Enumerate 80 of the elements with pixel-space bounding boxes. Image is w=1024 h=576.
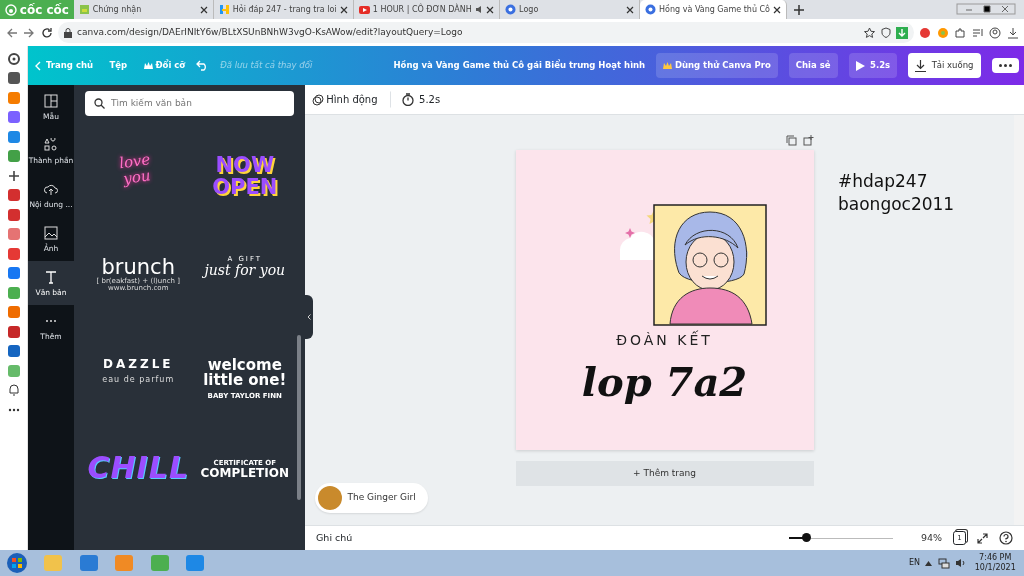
download-arrow-icon[interactable] — [896, 26, 908, 39]
avatar-placeholder — [318, 486, 342, 510]
shapes-icon — [44, 138, 58, 152]
help-icon[interactable] — [999, 531, 1013, 545]
duration-button[interactable]: 5.2s — [389, 91, 442, 108]
letter-h-icon — [219, 4, 230, 15]
upload-cloud-icon — [44, 182, 58, 196]
crown-icon — [663, 62, 673, 69]
search-icon — [94, 97, 105, 109]
download-icon — [915, 59, 927, 72]
window-controls-icon[interactable] — [956, 3, 1016, 15]
download-icon[interactable] — [1006, 26, 1019, 39]
canva-pro-button[interactable]: Dùng thử Canva Pro — [656, 53, 778, 78]
settings-icon[interactable] — [6, 51, 21, 66]
collapse-panel-button[interactable] — [305, 295, 313, 339]
note-text: #hdap247 — [838, 170, 929, 193]
download-button[interactable]: Tải xuống — [908, 53, 981, 78]
star-icon[interactable] — [864, 27, 875, 38]
zoom-value: 94% — [920, 530, 942, 545]
playlist-icon[interactable] — [971, 26, 984, 39]
shield-icon[interactable] — [880, 27, 891, 38]
start-icon[interactable] — [5, 552, 28, 574]
caret-up-icon[interactable] — [925, 560, 933, 566]
new-tab-icon[interactable] — [792, 4, 805, 16]
copy-icon[interactable] — [786, 135, 797, 146]
close-icon[interactable] — [486, 5, 495, 14]
text-template[interactable]: DAZZLE eau de parfum — [88, 339, 189, 442]
address-bar[interactable]: canva.com/design/DAErINItY6w/BLtXSUnBNhW3vgO-KsAWow/edit?layoutQuery=Logo — [58, 22, 914, 43]
image-icon — [44, 226, 58, 240]
text-icon — [44, 270, 58, 284]
play-button[interactable]: 5.2s — [848, 53, 898, 78]
scrollbar-thumb[interactable] — [297, 335, 301, 500]
clock-date[interactable]: 10/1/2021 — [974, 563, 1016, 573]
image-icon — [79, 4, 90, 15]
design-script-text: lop 7a2 — [581, 362, 748, 402]
fullscreen-icon[interactable] — [977, 532, 988, 544]
puzzle-icon[interactable] — [954, 26, 966, 39]
language-indicator[interactable]: EN — [908, 557, 920, 569]
clock-time[interactable]: 7:46 PM — [979, 553, 1012, 563]
close-icon[interactable] — [626, 5, 635, 14]
chevron-left-icon — [33, 60, 41, 71]
canva-logo-icon — [645, 4, 657, 15]
more-button[interactable] — [991, 58, 1019, 73]
video-icon — [359, 4, 370, 15]
add-page-icon[interactable] — [802, 135, 814, 146]
crown-icon — [143, 62, 153, 69]
add-page-button[interactable]: + Thêm trang — [515, 461, 814, 486]
close-icon[interactable] — [340, 5, 348, 14]
notes-button[interactable]: Ghi chú — [316, 530, 353, 546]
save-status: Đã lưu tất cả thay đổi — [220, 59, 313, 72]
canva-logo-icon — [505, 4, 517, 15]
animation-icon — [311, 93, 324, 106]
lock-icon — [63, 27, 72, 38]
bell-icon[interactable] — [6, 383, 21, 397]
profile-icon[interactable] — [989, 26, 1001, 39]
more-icon — [998, 64, 1012, 67]
play-icon — [855, 60, 865, 71]
close-icon[interactable] — [772, 5, 781, 14]
browser-tab[interactable]: Hồng và Vàng Game thủ Cô — [640, 0, 787, 19]
user-chip[interactable]: The Ginger Girl — [315, 483, 428, 513]
close-icon[interactable] — [200, 5, 208, 14]
design-title: Hồng và Vàng Game thủ Cô gái Biểu trưng Hoạt hình — [393, 59, 646, 72]
coccoc-logo-icon — [5, 3, 18, 16]
speaker-icon[interactable] — [955, 558, 967, 568]
slider-thumb[interactable] — [802, 532, 811, 542]
note-text: baongoc2011 — [838, 192, 955, 216]
animate-button[interactable]: Hình động — [310, 91, 379, 108]
reload-icon[interactable] — [40, 26, 53, 39]
layout-icon — [44, 94, 58, 108]
chevron-left-icon — [307, 314, 311, 320]
timer-icon — [401, 93, 414, 106]
search-field[interactable]: Tìm kiếm văn bản — [85, 90, 294, 116]
text-template[interactable]: love you — [81, 129, 196, 244]
design-page[interactable]: ĐOÀN KẾT lop 7a2 — [515, 150, 814, 450]
extension-icon[interactable] — [919, 26, 931, 39]
share-button[interactable]: Chia sẻ — [788, 53, 838, 78]
forward-icon[interactable] — [23, 26, 35, 39]
network-icon[interactable] — [937, 557, 950, 569]
back-icon[interactable] — [5, 26, 18, 39]
design-caption: ĐOÀN KẾT — [616, 330, 713, 350]
